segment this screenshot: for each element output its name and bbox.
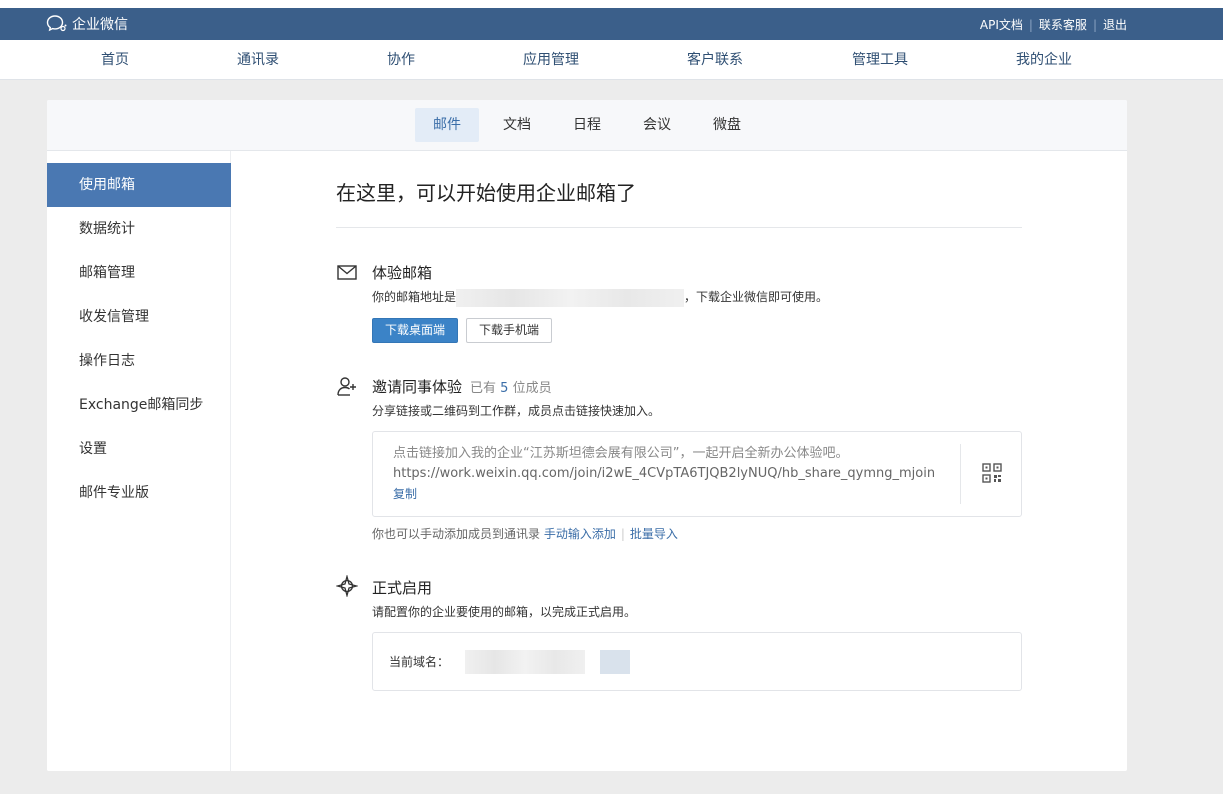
domain-value-redacted: [465, 650, 585, 674]
nav-customer-contact[interactable]: 客户联系: [687, 40, 743, 80]
sidebar-item-use-mailbox[interactable]: 使用邮箱: [47, 163, 231, 207]
top-links: API文档 | 联系客服 | 退出: [980, 16, 1127, 33]
sidebar-item-send-receive[interactable]: 收发信管理: [47, 295, 231, 339]
trial-title: 体验邮箱: [372, 264, 433, 282]
nav-home[interactable]: 首页: [101, 40, 129, 80]
trial-desc: 你的邮箱地址是 ，下载企业微信即可使用。: [372, 288, 828, 307]
sidebar-item-statistics[interactable]: 数据统计: [47, 207, 231, 251]
invite-desc: 分享链接或二维码到工作群，成员点击链接快速加入。: [372, 404, 661, 418]
manual-add-text: 你也可以手动添加成员到通讯录: [372, 527, 541, 541]
invite-title: 邀请同事体验: [372, 378, 463, 396]
logo[interactable]: 企业微信: [46, 14, 128, 34]
domain-label: 当前域名：: [389, 655, 450, 669]
logo-text: 企业微信: [72, 17, 128, 33]
top-link-separator: |: [1028, 17, 1033, 32]
compass-icon: [336, 575, 358, 597]
contact-support-link[interactable]: 联系客服: [1039, 16, 1087, 33]
formal-desc: 请配置你的企业要使用的邮箱，以完成正式启用。: [372, 605, 637, 619]
sub-nav: 邮件 文档 日程 会议 微盘: [47, 100, 1127, 151]
qr-code-icon[interactable]: [982, 463, 1002, 483]
nav-contacts[interactable]: 通讯录: [237, 40, 279, 80]
nav-admin-tools[interactable]: 管理工具: [852, 40, 908, 80]
logout-link[interactable]: 退出: [1103, 16, 1127, 33]
link-separator: |: [620, 527, 625, 541]
manual-add-link[interactable]: 手动输入添加: [544, 527, 616, 541]
sidebar-item-mailbox-management[interactable]: 邮箱管理: [47, 251, 231, 295]
main-card: 邮件 文档 日程 会议 微盘 使用邮箱 数据统计 邮箱管理 收发信管理 操作日志…: [47, 100, 1127, 771]
main-nav: 首页 通讯录 协作 应用管理 客户联系 管理工具 我的企业: [0, 40, 1223, 80]
email-address-redacted: [456, 288, 685, 307]
nav-active-underline: [0, 40, 1223, 43]
mail-icon: [337, 265, 357, 280]
sidebar-item-operation-log[interactable]: 操作日志: [47, 339, 231, 383]
domain-action-redacted[interactable]: [600, 650, 630, 674]
share-divider: [960, 444, 961, 504]
trial-desc-prefix: 你的邮箱地址是: [372, 290, 457, 304]
member-count-number: 5: [500, 381, 509, 396]
download-desktop-button[interactable]: 下载桌面端: [372, 318, 458, 343]
api-docs-link[interactable]: API文档: [980, 16, 1023, 33]
copy-link-button[interactable]: 复制: [393, 484, 933, 504]
tab-drive[interactable]: 微盘: [695, 108, 759, 142]
top-bar: 企业微信 API文档 | 联系客服 | 退出: [0, 8, 1223, 40]
share-url: https://work.weixin.qq.com/join/i2wE_4CV…: [393, 466, 936, 481]
top-link-separator: |: [1092, 17, 1097, 32]
sidebar-item-settings[interactable]: 设置: [47, 427, 231, 471]
tab-mail[interactable]: 邮件: [415, 108, 479, 142]
invite-title-row: 邀请同事体验 已有 5 位成员: [372, 376, 552, 397]
content-area: 在这里，可以开始使用企业邮箱了 体验邮箱 你的邮箱地址是 ，下载企业微信即可使用。…: [231, 151, 1127, 771]
share-link-box: 点击链接加入我的企业“江苏斯坦德会展有限公司”，一起开启全新办公体验吧。 htt…: [372, 431, 1022, 517]
nav-app-management[interactable]: 应用管理: [523, 40, 579, 80]
title-divider: [336, 227, 1022, 228]
share-text-block: 点击链接加入我的企业“江苏斯坦德会展有限公司”，一起开启全新办公体验吧。 htt…: [393, 444, 936, 504]
formal-title: 正式启用: [372, 579, 433, 597]
domain-box: 当前域名：: [372, 632, 1022, 691]
manual-add-line: 你也可以手动添加成员到通讯录 手动输入添加 | 批量导入: [372, 525, 678, 542]
page-title: 在这里，可以开始使用企业邮箱了: [336, 181, 636, 205]
sidebar: 使用邮箱 数据统计 邮箱管理 收发信管理 操作日志 Exchange邮箱同步 设…: [47, 151, 231, 771]
tab-meeting[interactable]: 会议: [625, 108, 689, 142]
trial-desc-suffix: ，下载企业微信即可使用。: [684, 290, 829, 304]
batch-import-link[interactable]: 批量导入: [630, 527, 678, 541]
download-mobile-button[interactable]: 下载手机端: [466, 318, 552, 343]
tab-schedule[interactable]: 日程: [555, 108, 619, 142]
member-count: 已有 5 位成员: [470, 381, 552, 396]
share-message: 点击链接加入我的企业“江苏斯坦德会展有限公司”，一起开启全新办公体验吧。: [393, 446, 849, 461]
top-strip: [0, 0, 1223, 8]
sidebar-item-mail-pro[interactable]: 邮件专业版: [47, 471, 231, 515]
member-count-suffix: 位成员: [512, 381, 552, 396]
member-count-prefix: 已有: [470, 381, 497, 396]
nav-collaboration[interactable]: 协作: [387, 40, 415, 80]
sidebar-item-exchange-sync[interactable]: Exchange邮箱同步: [47, 383, 231, 427]
nav-my-enterprise[interactable]: 我的企业: [1016, 40, 1072, 80]
tab-docs[interactable]: 文档: [485, 108, 549, 142]
add-user-icon: [337, 377, 356, 396]
wecom-logo-icon: [46, 15, 67, 32]
